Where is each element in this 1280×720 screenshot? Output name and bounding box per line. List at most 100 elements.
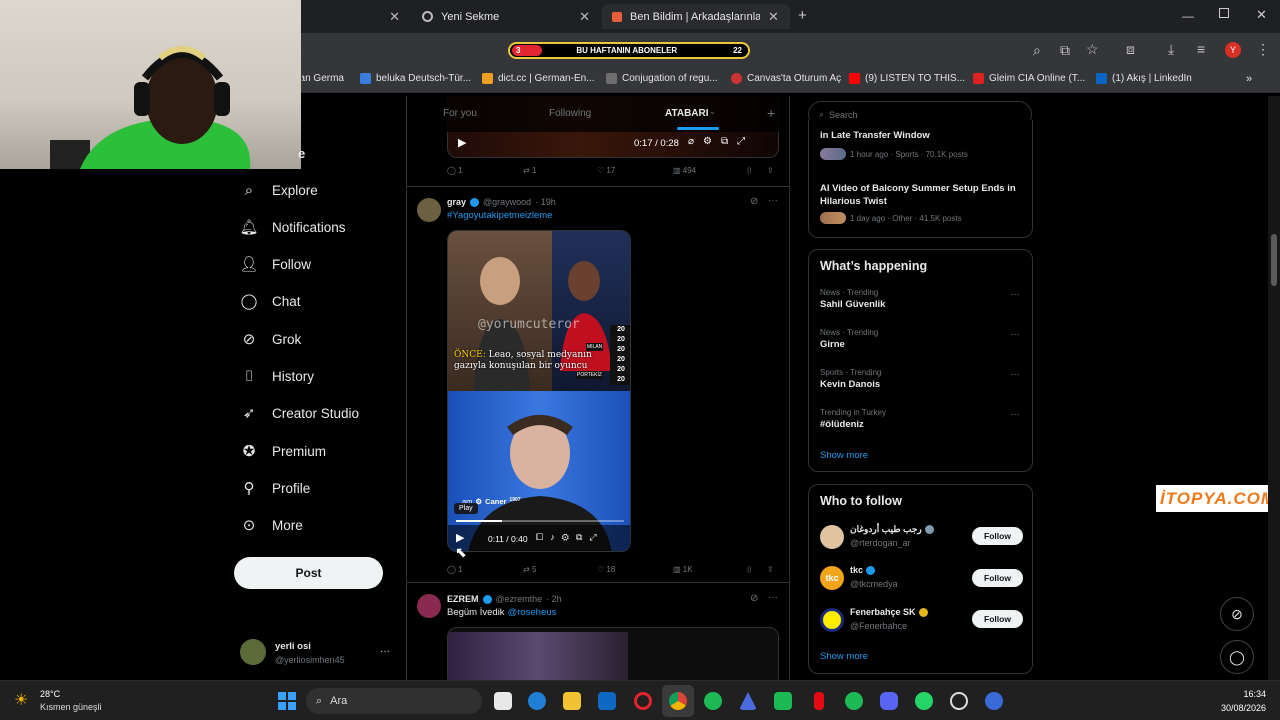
spotify-icon[interactable]: [845, 692, 863, 710]
video-progress[interactable]: [456, 520, 624, 522]
bookmark-item[interactable]: (1) Akış | LinkedIn: [1096, 73, 1192, 84]
zoom-icon[interactable]: ⌕: [1033, 42, 1041, 59]
tab-for-you[interactable]: For you: [443, 108, 477, 119]
share-button[interactable]: ⇪: [767, 565, 774, 574]
outlook-icon[interactable]: [598, 692, 616, 710]
post-button[interactable]: Post: [234, 557, 383, 589]
sidebar-item-chat[interactable]: ◯ Chat: [240, 292, 301, 310]
share-button[interactable]: ⇪: [767, 166, 774, 175]
add-tab-button[interactable]: +: [767, 105, 775, 121]
grok-icon[interactable]: ⊘: [750, 593, 758, 604]
bookmarks-overflow-icon[interactable]: »: [1246, 73, 1252, 85]
tweet-hashtag[interactable]: #Yagoyutakipetmeizleme: [447, 210, 552, 221]
bookmark-item[interactable]: beluka Deutsch-Tür...: [360, 73, 471, 84]
bookmark-item[interactable]: German Germa...: [302, 73, 344, 84]
chevron-down-icon[interactable]: ⌄: [709, 107, 716, 116]
bookmark-button[interactable]: ⌷: [747, 166, 752, 176]
follow-button[interactable]: Follow: [972, 569, 1023, 587]
sidebar-item-grok[interactable]: ⊘ Grok: [240, 330, 302, 348]
tab-partial[interactable]: ✕: [300, 4, 410, 29]
show-more-link[interactable]: Show more: [820, 450, 868, 461]
video-player[interactable]: [447, 627, 779, 680]
edge-icon[interactable]: [528, 692, 546, 710]
trend-item[interactable]: Sports · Trending Kevin Danois: [820, 368, 881, 390]
download-icon[interactable]: ⤓: [1168, 41, 1174, 58]
new-tab-button[interactable]: +: [798, 7, 807, 24]
news-title[interactable]: AI Video of Balcony Summer Setup Ends in…: [820, 182, 1025, 208]
spotify-icon[interactable]: [704, 692, 722, 710]
tab-following[interactable]: Following: [549, 108, 591, 119]
opera-icon[interactable]: [634, 692, 652, 710]
video-controls-icon[interactable]: ⧠♪⚙⧉⤢: [536, 532, 604, 543]
menu-icon[interactable]: ⋮: [1256, 41, 1270, 58]
bookmark-item[interactable]: Conjugation of regu...: [606, 73, 718, 84]
play-icon[interactable]: ▶: [458, 136, 466, 149]
chat-icon[interactable]: ◯: [1220, 640, 1254, 674]
trend-item[interactable]: News · Trending Girne: [820, 328, 878, 350]
retweet-button[interactable]: ⇄ 5: [523, 565, 536, 574]
retweet-button[interactable]: ⇄ 1: [523, 166, 536, 175]
sidebar-item-explore[interactable]: ⌕ Explore: [240, 181, 318, 199]
account-menu-button[interactable]: ···: [380, 646, 390, 657]
avatar[interactable]: tkc: [820, 566, 844, 590]
grok-icon[interactable]: ⊘: [750, 196, 758, 207]
maximize-button[interactable]: [1219, 8, 1229, 18]
author-handle[interactable]: @ezremthe: [496, 594, 543, 604]
avatar[interactable]: [820, 608, 844, 632]
close-icon[interactable]: ✕: [389, 9, 400, 25]
scrollbar[interactable]: [1268, 96, 1280, 680]
sidebar-item-follow[interactable]: 👤︎ Follow: [239, 255, 311, 273]
follow-name[interactable]: tkc: [850, 565, 863, 575]
whatsapp-icon[interactable]: [915, 692, 933, 710]
reply-button[interactable]: ◯ 1: [447, 565, 463, 574]
tab-ben-bildim[interactable]: Ben Bildim | Arkadaşlarınla Onli ✕: [602, 4, 790, 29]
avatar[interactable]: [417, 198, 441, 222]
trend-item[interactable]: News · Trending Sahil Güvenlik: [820, 288, 885, 310]
more-icon[interactable]: ···: [1010, 289, 1020, 300]
tab-new[interactable]: Yeni Sekme ✕: [412, 4, 600, 29]
more-icon[interactable]: ···: [1010, 369, 1020, 380]
news-title[interactable]: in Late Transfer Window: [820, 130, 930, 141]
taskbar-search[interactable]: ⌕ Ara: [306, 688, 482, 714]
avatar[interactable]: [417, 594, 441, 618]
extensions-icon[interactable]: ⧈: [1126, 41, 1135, 58]
sidebar-item-profile[interactable]: ⚲ Profile: [240, 479, 311, 497]
trend-item[interactable]: Trending in Turkey #ölüdeniz: [820, 408, 886, 430]
more-icon[interactable]: ···: [1010, 329, 1020, 340]
close-icon[interactable]: ✕: [768, 9, 779, 25]
follow-button[interactable]: Follow: [972, 527, 1023, 545]
discord-icon[interactable]: [880, 692, 898, 710]
sidebar-item-premium[interactable]: ✪ Premium: [240, 442, 326, 460]
folder-icon[interactable]: [563, 692, 581, 710]
video-controls-icon[interactable]: ⌀⚙⧉⤢: [688, 136, 754, 147]
tab-atabari[interactable]: ATABARI: [665, 108, 709, 119]
clock-date[interactable]: 30/08/2026: [1206, 703, 1266, 713]
close-icon[interactable]: ✕: [579, 9, 590, 25]
bookmark-item[interactable]: Gleim CIA Online (T...: [973, 73, 1085, 84]
weather-temp[interactable]: 28°C: [40, 689, 60, 699]
more-icon[interactable]: ···: [1010, 409, 1020, 420]
profile-avatar[interactable]: Y: [1225, 42, 1241, 58]
app-icon[interactable]: [739, 692, 757, 710]
minimize-button[interactable]: —: [1182, 9, 1194, 23]
play-icon[interactable]: ▶: [456, 531, 464, 544]
star-icon[interactable]: ☆: [1086, 41, 1099, 58]
windows-start-icon[interactable]: [278, 692, 296, 710]
more-icon[interactable]: ···: [768, 592, 778, 603]
app-icon[interactable]: [774, 692, 792, 710]
bookmark-item[interactable]: Canvas'ta Oturum Aç: [731, 73, 841, 84]
avatar[interactable]: [240, 639, 266, 665]
cast-icon[interactable]: ⧉: [1060, 42, 1070, 59]
sidebar-item-creator-studio[interactable]: ➶ Creator Studio: [240, 404, 359, 422]
author-name[interactable]: EZREM: [447, 594, 479, 604]
author-name[interactable]: gray: [447, 197, 466, 207]
close-window-button[interactable]: ✕: [1256, 7, 1267, 23]
video-player[interactable]: 20 20 20 20 20 20 MILAN PORTEKİZ @yorumcutero…: [447, 230, 631, 552]
avatar[interactable]: [820, 525, 844, 549]
media-icon[interactable]: ≡: [1197, 41, 1205, 57]
author-handle[interactable]: @graywood: [483, 197, 531, 207]
like-button[interactable]: ♡ 17: [597, 166, 615, 175]
app-icon[interactable]: [950, 692, 968, 710]
sidebar-item-notifications[interactable]: 🔔︎ Notifications: [239, 218, 345, 236]
bookmark-button[interactable]: ⌷: [747, 565, 752, 575]
